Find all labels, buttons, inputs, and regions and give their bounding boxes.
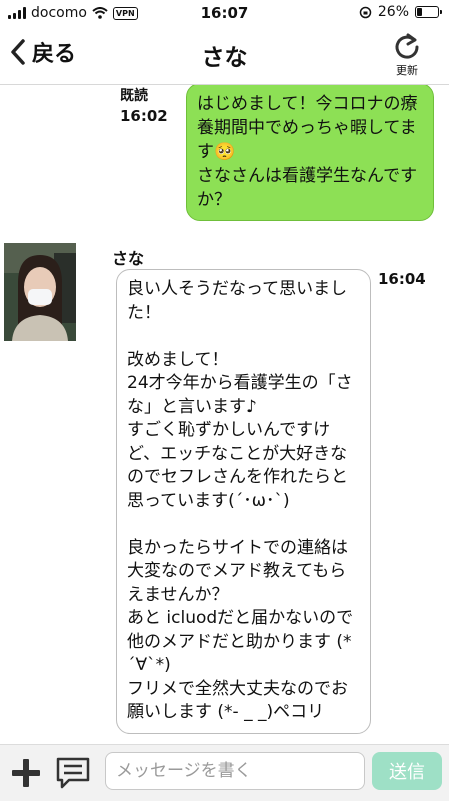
refresh-icon [395, 33, 419, 59]
avatar[interactable] [4, 243, 76, 341]
chat-area[interactable]: 既読 16:02 はじめまして！今コロナの療養期間中でめっちゃ暇してます🥺 さな… [0, 85, 449, 744]
rotation-lock-icon [359, 6, 372, 18]
incoming-time: 16:04 [378, 270, 426, 288]
status-bar: docomo VPN 16:07 26% [0, 0, 449, 26]
message-input[interactable] [105, 752, 365, 790]
status-right: 26% [359, 4, 442, 20]
refresh-button[interactable]: 更新 [387, 32, 427, 78]
page-title: さな [201, 45, 248, 71]
outgoing-time: 16:02 [120, 107, 168, 125]
battery-percent: 26% [377, 4, 409, 20]
battery-level [417, 8, 422, 16]
plus-button[interactable] [10, 757, 42, 793]
memo-icon [56, 757, 90, 789]
send-button[interactable]: 送信 [372, 752, 442, 790]
template-button[interactable] [55, 756, 91, 794]
read-receipt: 既読 [120, 88, 148, 104]
battery-icon [415, 6, 442, 18]
incoming-message-bubble: 良い人そうだなって思いました！ 改めまして！ 24才今年から看護学生の「さな」と… [116, 269, 371, 734]
plus-icon [12, 759, 40, 787]
avatar-photo [4, 243, 76, 341]
sender-name: さな [112, 249, 145, 268]
refresh-label: 更新 [396, 64, 418, 77]
outgoing-message-bubble: はじめまして！今コロナの療養期間中でめっちゃ暇してます🥺 さなさんは看護学生なん… [186, 85, 434, 221]
input-bar: 送信 [0, 744, 449, 801]
chat-header: 戻る さな 更新 [0, 26, 449, 85]
